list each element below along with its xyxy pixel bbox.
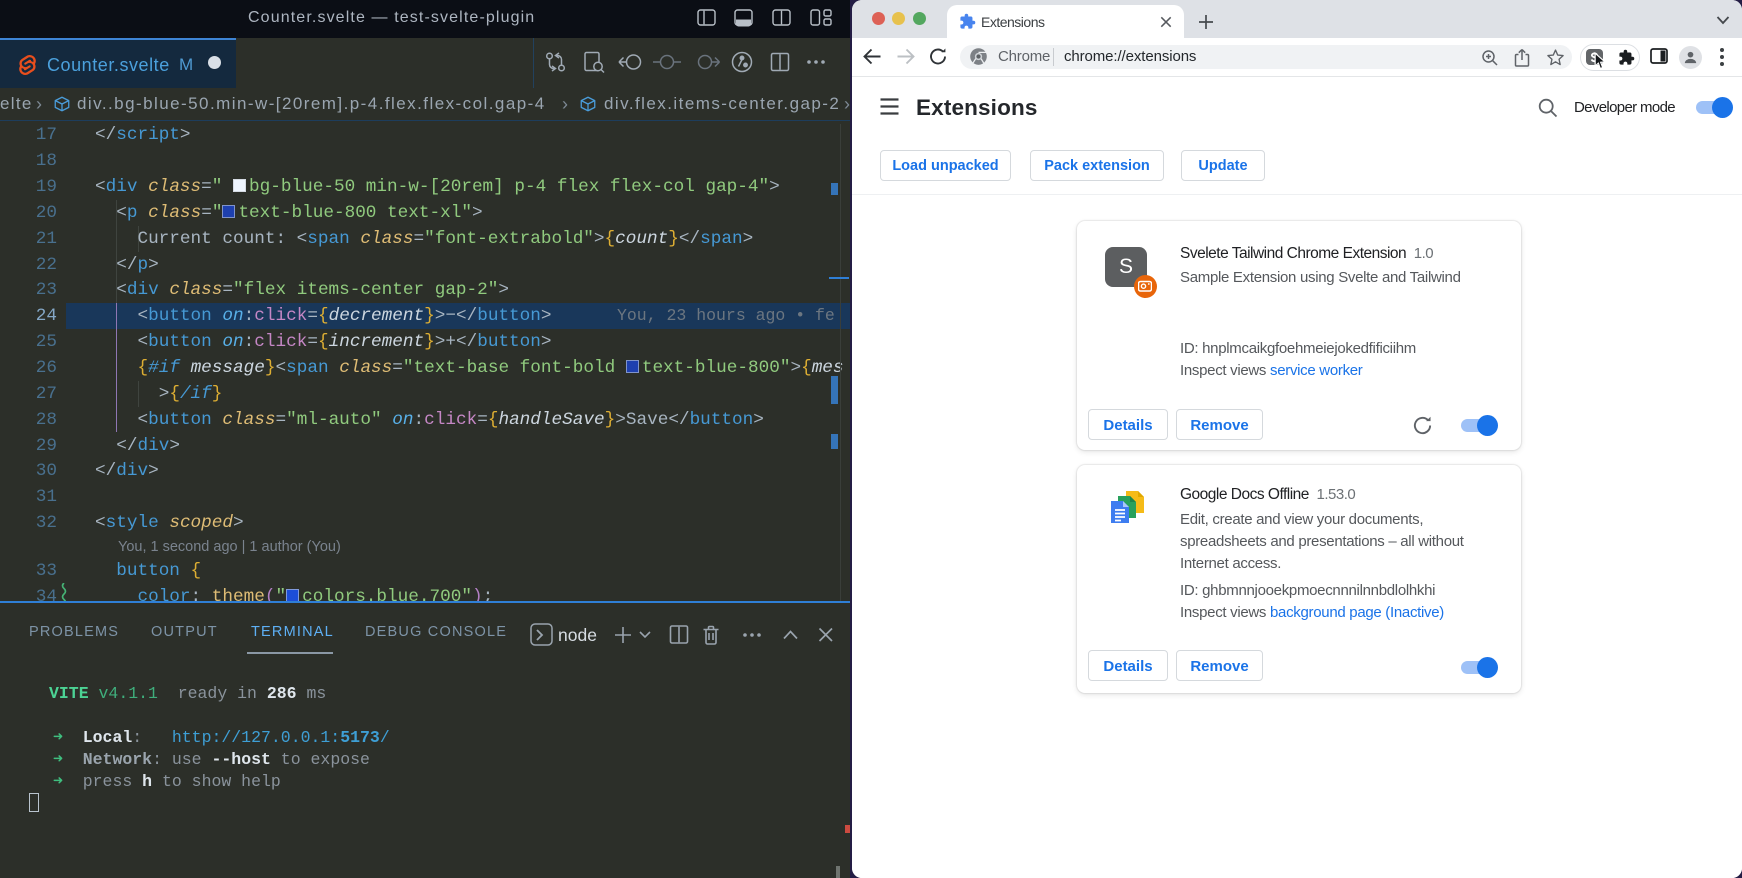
svg-text:node: node — [558, 625, 597, 645]
